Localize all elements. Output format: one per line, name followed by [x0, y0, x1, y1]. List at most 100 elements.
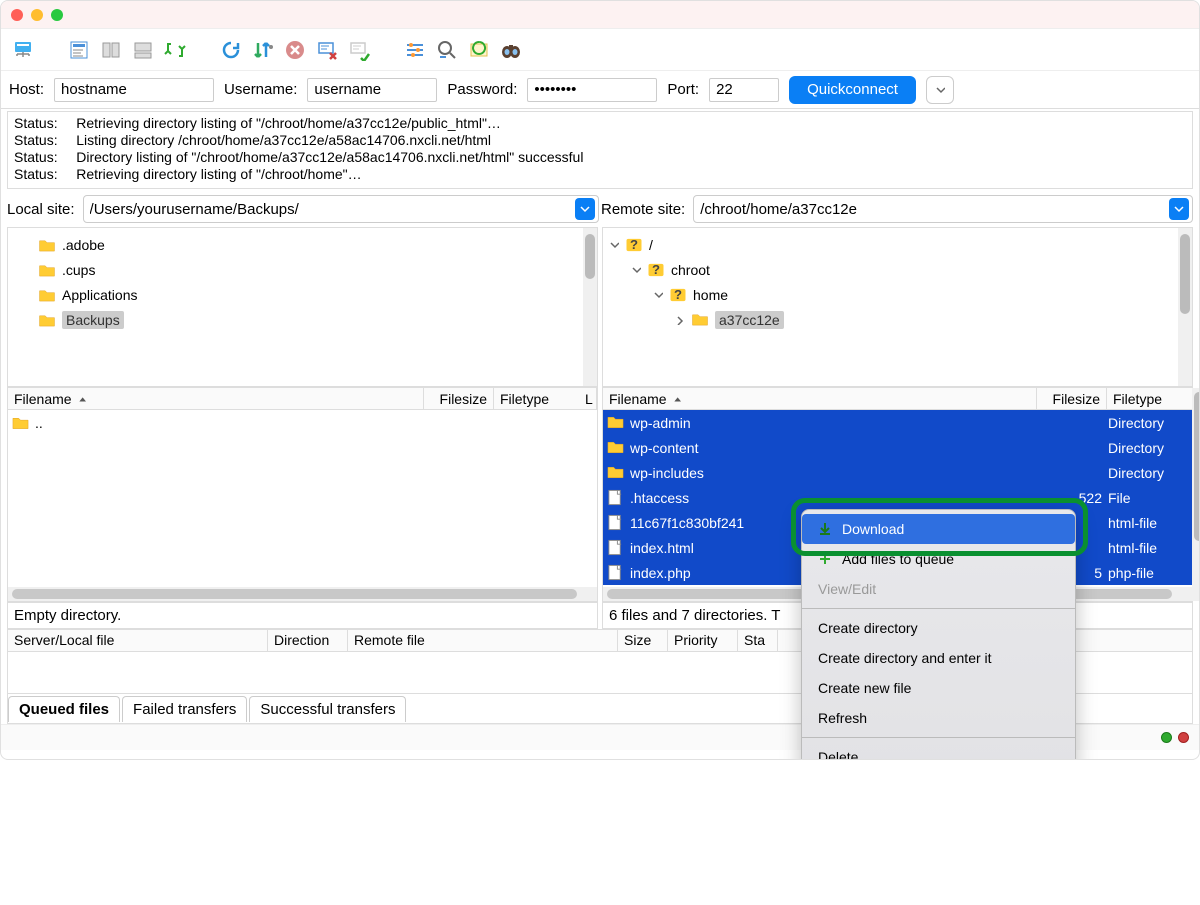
remote-tree-node[interactable]: /	[605, 232, 1176, 257]
log-line: Status: Directory listing of "/chroot/ho…	[14, 149, 1186, 166]
context-menu-item[interactable]: Create directory	[802, 613, 1075, 643]
app-window: Host: Username: Password: Port: Quickcon…	[0, 0, 1200, 760]
local-tree-node[interactable]: .cups	[10, 257, 581, 282]
remote-tree-node[interactable]: home	[605, 282, 1176, 307]
compare-icon[interactable]	[465, 36, 493, 64]
remote-tree-node[interactable]: chroot	[605, 257, 1176, 282]
remote-tree[interactable]: / chroot home a37cc12e	[602, 227, 1193, 387]
local-tree-node[interactable]: Applications	[10, 282, 581, 307]
remote-tree-scrollbar[interactable]	[1178, 228, 1192, 386]
download-icon	[818, 522, 832, 536]
host-label: Host:	[9, 81, 44, 98]
pass-input[interactable]	[527, 78, 657, 102]
binoculars-icon[interactable]	[497, 36, 525, 64]
local-path-dropdown[interactable]	[575, 198, 595, 220]
remote-path-dropdown[interactable]	[1169, 198, 1189, 220]
local-tree[interactable]: .adobe .cups Applications Backups	[7, 227, 598, 387]
queue-indicator-green	[1161, 732, 1172, 743]
tree-node-label: chroot	[671, 262, 710, 278]
menu-separator	[802, 608, 1075, 609]
remote-col-filesize[interactable]: Filesize	[1037, 388, 1107, 409]
local-hscroll[interactable]	[8, 587, 597, 601]
user-label: Username:	[224, 81, 297, 98]
context-menu-item: View/Edit	[802, 574, 1075, 604]
queue-col[interactable]: Direction	[268, 630, 348, 651]
tree-node-label: .adobe	[62, 237, 105, 253]
refresh-icon[interactable]	[217, 36, 245, 64]
port-label: Port:	[667, 81, 699, 98]
close-window[interactable]	[11, 9, 23, 21]
toggle-queue-icon[interactable]	[129, 36, 157, 64]
remote-context-menu[interactable]: DownloadAdd files to queueView/Edit Creat…	[801, 509, 1076, 760]
expand-caret-icon[interactable]	[631, 265, 641, 275]
remote-col-filetype[interactable]: Filetype	[1107, 388, 1192, 409]
host-input[interactable]	[54, 78, 214, 102]
queue-col[interactable]: Server/Local file	[8, 630, 268, 651]
queue-col[interactable]: Remote file	[348, 630, 618, 651]
quickconnect-bar: Host: Username: Password: Port: Quickcon…	[1, 71, 1199, 109]
log-line: Status: Listing directory /chroot/home/a…	[14, 132, 1186, 149]
queue-tab[interactable]: Queued files	[8, 696, 120, 722]
expand-caret-icon[interactable]	[609, 240, 619, 250]
context-menu-item[interactable]: Create directory and enter it	[802, 643, 1075, 673]
tree-node-label: a37cc12e	[715, 311, 784, 329]
message-log[interactable]: Status: Retrieving directory listing of …	[7, 111, 1193, 189]
context-menu-item[interactable]: Add files to queue	[802, 544, 1075, 574]
expand-caret-icon[interactable]	[675, 315, 685, 325]
tree-node-label: home	[693, 287, 728, 303]
local-col-filesize[interactable]: Filesize	[424, 388, 494, 409]
local-col-filetype[interactable]: Filetype	[494, 388, 579, 409]
queue-col[interactable]: Size	[618, 630, 668, 651]
remote-file-row[interactable]: wp-includes Directory	[603, 460, 1192, 485]
context-menu-item[interactable]: Refresh	[802, 703, 1075, 733]
queue-tab[interactable]: Failed transfers	[122, 696, 247, 722]
remote-tree-node[interactable]: a37cc12e	[605, 307, 1176, 332]
sitemanager-icon[interactable]	[9, 36, 37, 64]
local-path-input[interactable]	[84, 201, 572, 218]
local-tree-scrollbar[interactable]	[583, 228, 597, 386]
tree-node-label: Applications	[62, 287, 138, 303]
process-queue-icon[interactable]	[249, 36, 277, 64]
toggle-log-icon[interactable]	[65, 36, 93, 64]
queue-col[interactable]: Sta	[738, 630, 778, 651]
context-menu-item[interactable]: Delete	[802, 742, 1075, 760]
remote-file-row[interactable]: .htaccess 522 File	[603, 485, 1192, 510]
port-input[interactable]	[709, 78, 779, 102]
local-col-filename[interactable]: Filename	[8, 388, 424, 409]
queue-tab[interactable]: Successful transfers	[249, 696, 406, 722]
remote-file-row[interactable]: wp-admin Directory	[603, 410, 1192, 435]
remote-col-filename[interactable]: Filename	[603, 388, 1037, 409]
local-col-lastmod[interactable]: L	[579, 388, 597, 409]
menu-separator	[802, 737, 1075, 738]
quickconnect-button[interactable]: Quickconnect	[789, 76, 916, 104]
local-file-list[interactable]: Filename Filesize Filetype L ..	[7, 387, 598, 602]
queue-col[interactable]: Priority	[668, 630, 738, 651]
log-line: Status: Retrieving directory listing of …	[14, 166, 1186, 183]
local-tree-node[interactable]: .adobe	[10, 232, 581, 257]
minimize-window[interactable]	[31, 9, 43, 21]
titlebar	[1, 1, 1199, 29]
expand-caret-icon[interactable]	[653, 290, 663, 300]
zoom-window[interactable]	[51, 9, 63, 21]
remote-path-input[interactable]	[694, 201, 1166, 218]
cancel-icon[interactable]	[281, 36, 309, 64]
local-tree-node[interactable]: Backups	[10, 307, 581, 332]
local-file-row[interactable]: ..	[8, 410, 597, 435]
tree-node-label: .cups	[62, 262, 95, 278]
sync-browse-icon[interactable]	[161, 36, 189, 64]
filter-icon[interactable]	[401, 36, 429, 64]
remote-vscroll[interactable]	[1192, 388, 1200, 601]
disconnect-icon[interactable]	[313, 36, 341, 64]
quickconnect-history-dropdown[interactable]	[926, 76, 954, 104]
user-input[interactable]	[307, 78, 437, 102]
context-menu-item[interactable]: Create new file	[802, 673, 1075, 703]
remote-file-row[interactable]: wp-content Directory	[603, 435, 1192, 460]
toggle-tree-icon[interactable]	[97, 36, 125, 64]
remote-site-label: Remote site:	[601, 201, 685, 218]
search-icon[interactable]	[433, 36, 461, 64]
reconnect-icon[interactable]	[345, 36, 373, 64]
local-site-label: Local site:	[7, 201, 75, 218]
context-menu-item[interactable]: Download	[802, 514, 1075, 544]
main-toolbar	[1, 29, 1199, 71]
queue-indicator-red	[1178, 732, 1189, 743]
